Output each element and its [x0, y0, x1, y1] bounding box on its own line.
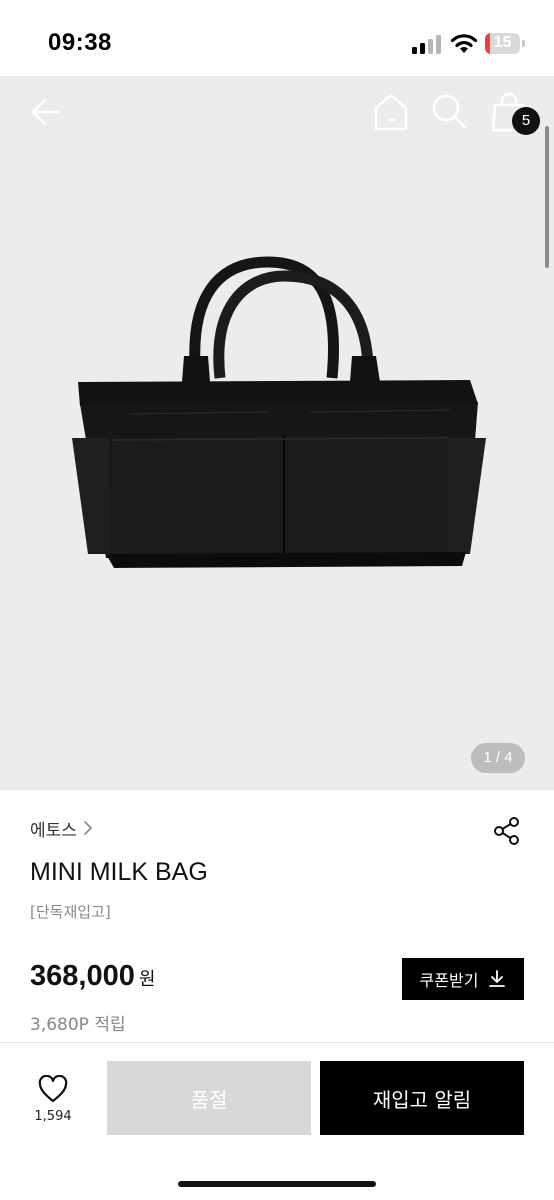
wishlist-count: 1,594 [34, 1109, 72, 1124]
coupon-button[interactable]: 쿠폰받기 [402, 958, 524, 1000]
download-icon [489, 970, 506, 987]
home-indicator[interactable] [178, 1181, 376, 1187]
battery-level: 15 [493, 34, 512, 51]
home-icon[interactable] [372, 92, 410, 132]
product-image [72, 256, 486, 568]
back-arrow-icon[interactable] [28, 94, 64, 130]
signal-icon [412, 35, 441, 54]
price-unit: 원 [138, 969, 156, 990]
product-tag: [단독재입고] [30, 903, 111, 921]
brand-name: 에토스 [30, 820, 77, 841]
share-icon[interactable] [492, 816, 522, 846]
wifi-icon [450, 34, 478, 53]
product-image-gallery[interactable]: 5 1 / 4 [0, 76, 554, 790]
search-icon[interactable] [430, 92, 468, 130]
bottom-action-bar: 1,594 품절 재입고 알림 [0, 1042, 554, 1200]
scrollbar[interactable] [545, 126, 549, 268]
wishlist-button[interactable]: 1,594 [30, 1075, 76, 1135]
restock-alert-button[interactable]: 재입고 알림 [320, 1061, 524, 1135]
image-page-indicator: 1 / 4 [471, 743, 525, 773]
reward-points: 3,680P 적립 [30, 1015, 126, 1035]
chevron-right-icon [84, 821, 92, 835]
top-navigation: 5 [0, 76, 554, 146]
sold-out-button[interactable]: 품절 [107, 1061, 311, 1135]
price: 368,000 원 [30, 960, 155, 993]
product-name: MINI MILK BAG [30, 858, 208, 886]
status-bar: 09:38 15 [0, 0, 554, 76]
status-time: 09:38 [48, 29, 112, 56]
price-value: 368,000 [30, 960, 135, 992]
cart-count-badge: 5 [512, 107, 540, 135]
coupon-label: 쿠폰받기 [419, 971, 479, 990]
brand-link[interactable]: 에토스 [30, 815, 93, 841]
battery-icon: 15 [485, 33, 525, 54]
heart-icon [38, 1075, 68, 1103]
